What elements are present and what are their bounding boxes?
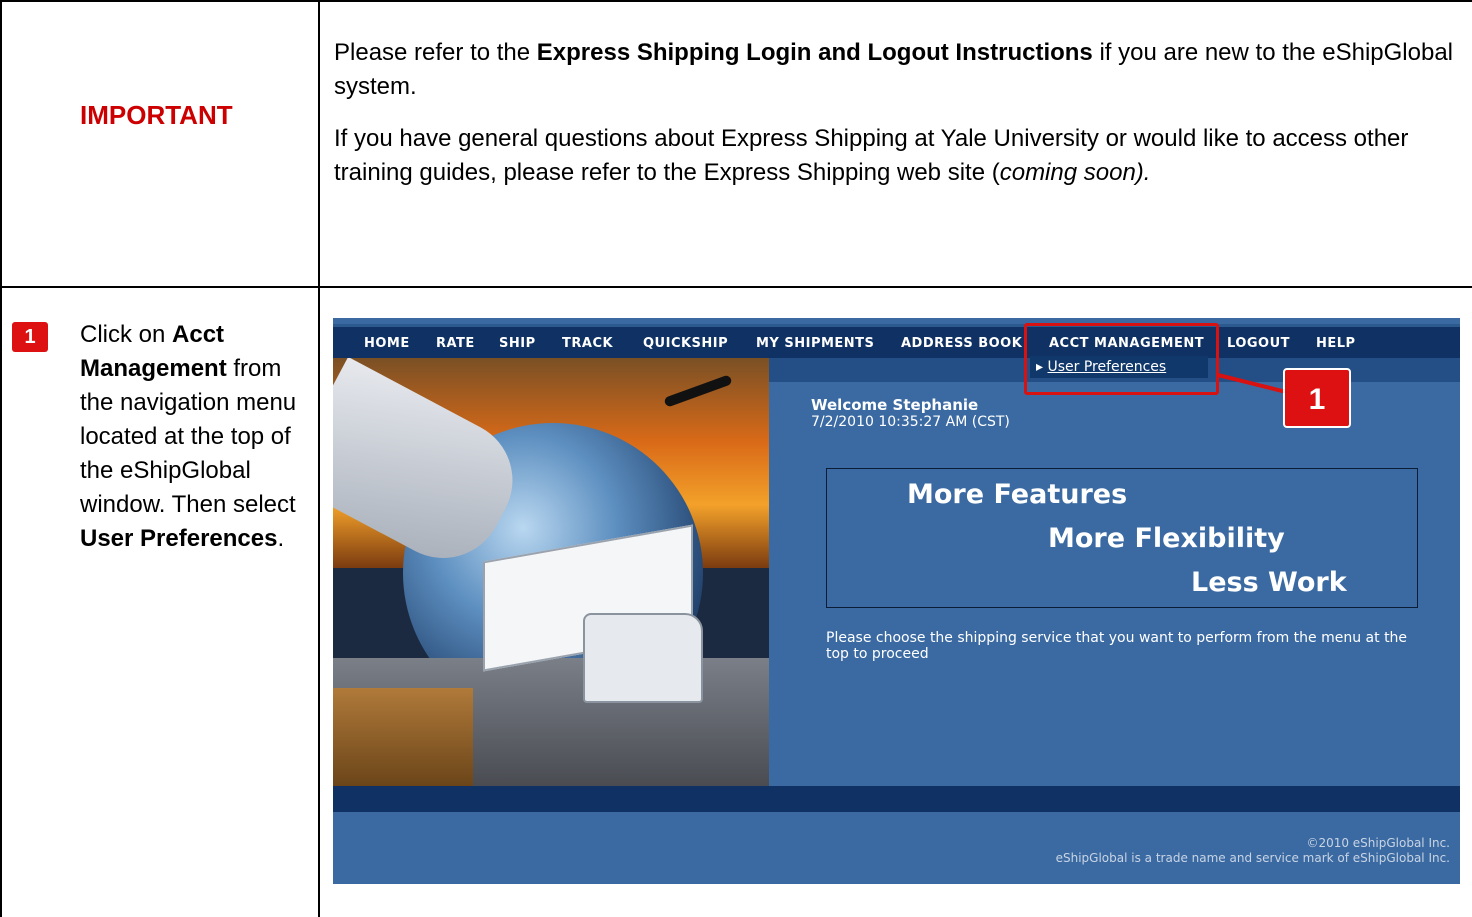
callout-step-1: 1 (1283, 368, 1351, 428)
nav-rate[interactable]: RATE (436, 336, 475, 351)
feature-more-features: More Features (907, 479, 1128, 510)
table-border-top (0, 0, 1472, 2)
nav-home[interactable]: HOME (364, 336, 410, 351)
acct-management-highlight (1024, 323, 1219, 395)
nav-help[interactable]: HELP (1316, 336, 1356, 351)
features-box: More Features More Flexibility Less Work (826, 468, 1418, 608)
welcome-name: Welcome Stephanie (811, 396, 979, 414)
bottom-band (333, 786, 1460, 812)
instruction-table: IMPORTANT Please refer to the Express Sh… (0, 0, 1472, 917)
coming-soon-note: coming soon). (999, 159, 1151, 186)
step-instructions: Click on Acct Management from the naviga… (80, 321, 297, 552)
nav-quickship[interactable]: QUICKSHIP (643, 336, 728, 351)
table-column-divider (318, 0, 320, 917)
important-notes: Please refer to the Express Shipping Log… (334, 36, 1459, 208)
footer: ©2010 eShipGlobal Inc. eShipGlobal is a … (1056, 836, 1450, 866)
nav-ship[interactable]: SHIP (499, 336, 536, 351)
welcome-timestamp: 7/2/2010 10:35:27 AM (CST) (811, 414, 1010, 430)
top-navigation-bar: HOME RATE SHIP TRACK QUICKSHIP MY SHIPME… (333, 324, 1460, 358)
nav-my-shipments[interactable]: MY SHIPMENTS (756, 336, 874, 351)
step-number-badge: 1 (12, 322, 48, 352)
eshipglobal-screenshot: HOME RATE SHIP TRACK QUICKSHIP MY SHIPME… (333, 318, 1460, 884)
login-guide-reference: Express Shipping Login and Logout Instru… (536, 39, 1093, 66)
welcome-message: Welcome Stephanie 7/2/2010 10:35:27 AM (… (811, 396, 1010, 430)
important-label: IMPORTANT (80, 100, 233, 130)
delivery-truck-cab (583, 613, 703, 703)
feature-less-work: Less Work (1191, 567, 1347, 598)
footer-copyright: ©2010 eShipGlobal Inc. (1306, 836, 1450, 850)
intro-paragraph-2: If you have general questions about Expr… (334, 125, 1409, 186)
nav-address-book[interactable]: ADDRESS BOOK (901, 336, 1022, 351)
packages-stack (333, 688, 473, 786)
nav-track[interactable]: TRACK (562, 336, 613, 351)
feature-more-flexibility: More Flexibility (1048, 523, 1285, 554)
footer-trademark: eShipGlobal is a trade name and service … (1055, 851, 1450, 865)
shipping-collage-image (333, 358, 769, 786)
table-row-divider (0, 286, 1472, 288)
choose-service-text: Please choose the shipping service that … (826, 630, 1408, 662)
intro-paragraph-1: Please refer to the Express Shipping Log… (334, 39, 1454, 100)
table-border-left (0, 0, 2, 917)
nav-logout[interactable]: LOGOUT (1227, 336, 1290, 351)
